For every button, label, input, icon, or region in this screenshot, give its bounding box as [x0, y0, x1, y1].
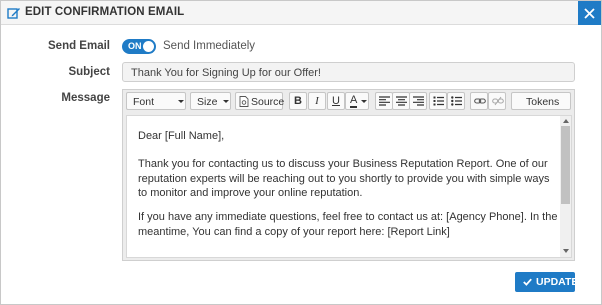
text-color-label: A	[350, 94, 358, 108]
underline-button[interactable]: U	[327, 92, 345, 110]
message-editor: Font Size Source B I U A Tokens Dear [Fu…	[122, 89, 575, 261]
message-scrollbar[interactable]	[560, 116, 571, 257]
numbered-list-icon	[433, 96, 444, 106]
editor-toolbar: Font Size Source B I U A Tokens	[123, 90, 574, 113]
align-left-button[interactable]	[375, 92, 393, 110]
size-dropdown[interactable]: Size	[190, 92, 231, 110]
dialog-header: EDIT CONFIRMATION EMAIL	[1, 1, 601, 25]
chevron-down-icon	[223, 100, 229, 103]
bullet-list-icon	[451, 96, 462, 106]
scroll-down-icon[interactable]	[563, 249, 569, 253]
message-paragraph: If you have any immediate questions, fee…	[138, 211, 558, 238]
toggle-state: ON	[128, 41, 142, 51]
message-label: Message	[61, 92, 110, 104]
edit-email-dialog: EDIT CONFIRMATION EMAIL Send Email ON Se…	[0, 0, 602, 305]
bullet-list-button[interactable]	[447, 92, 465, 110]
subject-label: Subject	[68, 66, 110, 78]
edit-icon	[7, 6, 21, 20]
send-email-label: Send Email	[48, 40, 110, 52]
check-icon	[523, 278, 532, 286]
message-paragraph: Thank you for contacting us to discuss y…	[138, 158, 550, 199]
tokens-dropdown[interactable]: Tokens	[511, 92, 571, 110]
align-center-icon	[396, 96, 407, 106]
align-left-icon	[379, 96, 390, 106]
numbered-list-button[interactable]	[429, 92, 447, 110]
link-button[interactable]	[470, 92, 488, 110]
message-paragraph: Dear [Full Name],	[138, 130, 225, 142]
source-button[interactable]: Source	[235, 92, 285, 110]
send-email-toggle[interactable]: ON	[122, 39, 156, 54]
message-body[interactable]: Dear [Full Name], Thank you for contacti…	[126, 115, 572, 258]
update-button-label: UPDATE	[536, 276, 579, 288]
source-icon	[239, 96, 249, 107]
align-center-button[interactable]	[392, 92, 410, 110]
send-immediately-text: Send Immediately	[163, 40, 256, 52]
align-right-icon	[413, 96, 424, 106]
tokens-label: Tokens	[526, 96, 560, 108]
subject-input[interactable]: Thank You for Signing Up for our Offer!	[122, 62, 575, 82]
chevron-down-icon	[361, 100, 367, 103]
text-color-button[interactable]: A	[345, 92, 369, 110]
scroll-up-icon[interactable]	[563, 119, 569, 123]
bold-button[interactable]: B	[289, 92, 307, 110]
align-right-button[interactable]	[409, 92, 427, 110]
size-dropdown-label: Size	[197, 96, 218, 108]
scroll-thumb[interactable]	[561, 126, 570, 204]
link-icon	[474, 98, 486, 104]
update-button[interactable]: UPDATE	[515, 272, 579, 292]
source-button-label: Source	[251, 96, 285, 108]
italic-button[interactable]: I	[308, 92, 326, 110]
font-dropdown[interactable]: Font	[126, 92, 186, 110]
dialog-title: EDIT CONFIRMATION EMAIL	[25, 6, 185, 18]
toggle-knob	[143, 41, 154, 52]
close-button[interactable]	[578, 1, 601, 25]
font-dropdown-label: Font	[133, 96, 155, 108]
close-icon	[584, 8, 595, 19]
unlink-icon	[492, 96, 504, 106]
chevron-down-icon	[178, 100, 184, 103]
unlink-button[interactable]	[488, 92, 506, 110]
